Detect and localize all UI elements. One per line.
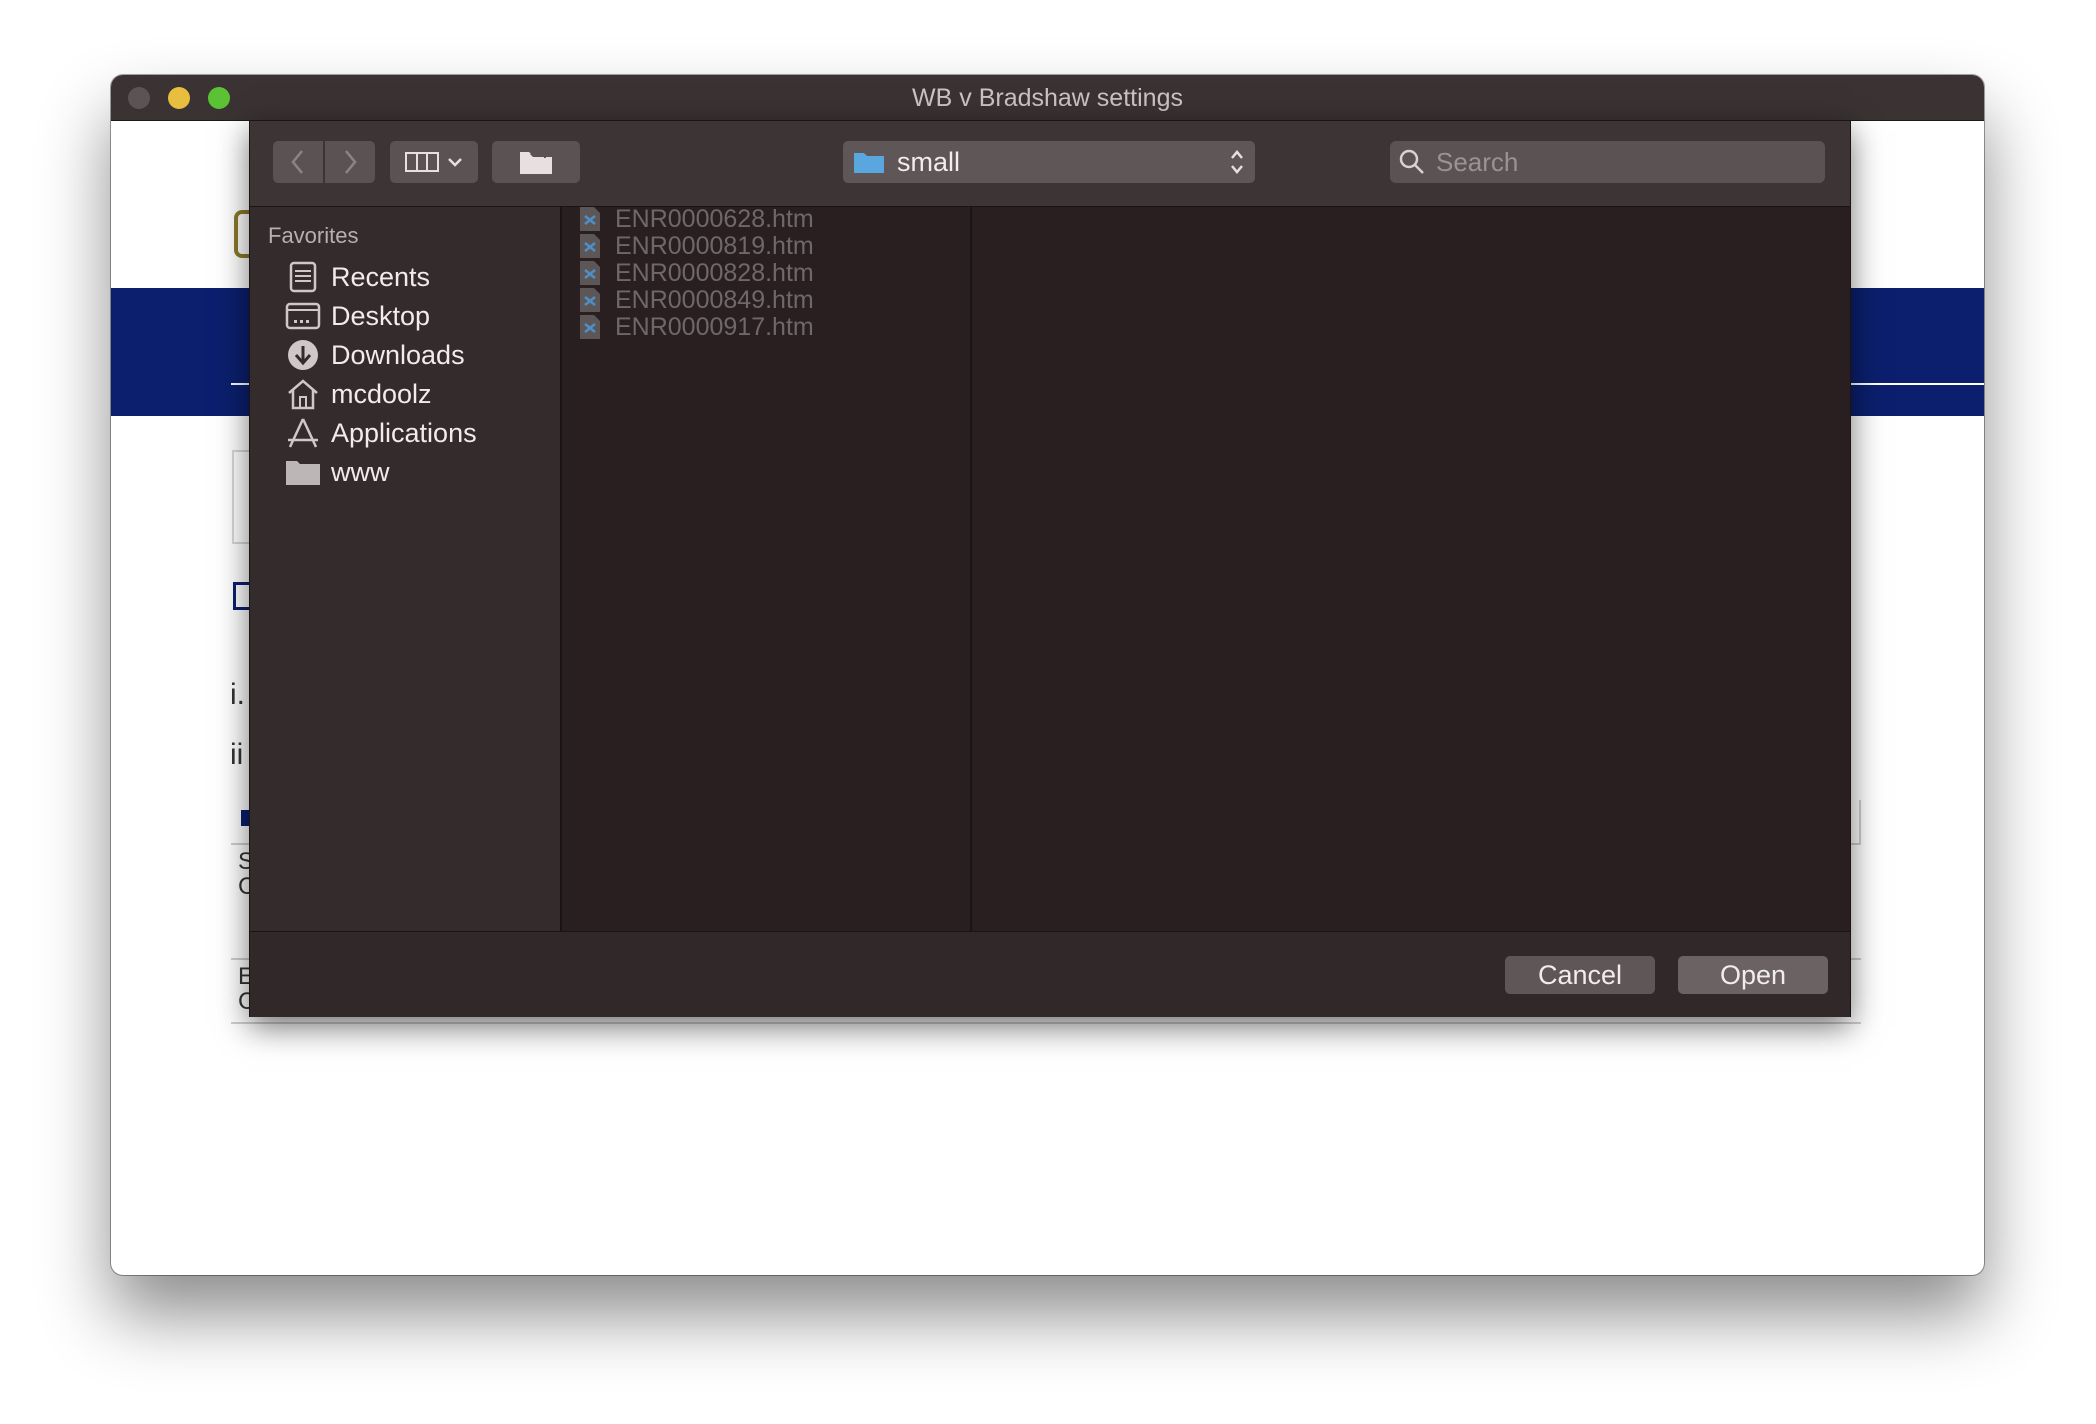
dialog-footer: Cancel Open [250, 931, 1850, 1017]
file-name: ENR0000917.htm [615, 312, 814, 341]
updown-chevron-icon [1231, 150, 1243, 174]
search-input[interactable]: Search [1390, 141, 1825, 183]
desktop-icon [285, 298, 321, 334]
window-title: WB v Bradshaw settings [912, 84, 1183, 112]
back-button[interactable] [273, 141, 323, 183]
sidebar: Favorites Recents Desktop Downloads mcdo… [250, 207, 562, 931]
columns-view-icon [405, 152, 439, 172]
code-file-icon [580, 315, 600, 339]
view-mode-button[interactable] [390, 141, 478, 183]
file-item[interactable]: ENR0000917.htm [562, 310, 970, 344]
chevron-right-icon [345, 150, 357, 174]
recents-icon [285, 259, 321, 295]
sidebar-item-label: Downloads [331, 339, 465, 370]
new-folder-button[interactable] [492, 141, 580, 183]
applications-icon [285, 415, 321, 451]
sidebar-item-label: www [331, 456, 390, 487]
cancel-button[interactable]: Cancel [1505, 956, 1655, 994]
open-file-dialog: small Search Favorites Recents Desktop D… [249, 120, 1851, 1017]
chevron-down-icon [448, 158, 462, 167]
sidebar-item-label: mcdoolz [331, 378, 432, 409]
sidebar-item-label: Applications [331, 417, 477, 448]
list-marker: ii [230, 738, 244, 771]
folder-icon [854, 153, 884, 173]
downloads-icon [285, 337, 321, 373]
location-label: small [897, 146, 961, 177]
dialog-toolbar: small Search [250, 121, 1850, 207]
chevron-left-icon [291, 150, 303, 174]
search-placeholder: Search [1436, 146, 1519, 177]
favorites-heading: Favorites [268, 223, 359, 248]
open-button[interactable]: Open [1678, 956, 1828, 994]
sidebar-item-www[interactable]: www [250, 448, 560, 496]
table-header-mark [241, 810, 249, 826]
divider [1859, 800, 1861, 845]
search-icon [1399, 149, 1424, 174]
forward-button[interactable] [325, 141, 375, 183]
home-icon [285, 376, 321, 412]
divider [231, 1022, 1861, 1024]
folder-icon [285, 454, 321, 490]
file-column: ENR0000628.htm ENR0000819.htm ENR0000828… [562, 205, 972, 931]
sidebar-item-label: Desktop [331, 300, 431, 331]
location-popup[interactable]: small [843, 141, 1255, 183]
sidebar-item-label: Recents [331, 261, 431, 292]
title-bar: WB v Bradshaw settings [111, 75, 1984, 121]
list-marker: i. [230, 678, 245, 711]
new-folder-icon [520, 150, 552, 174]
